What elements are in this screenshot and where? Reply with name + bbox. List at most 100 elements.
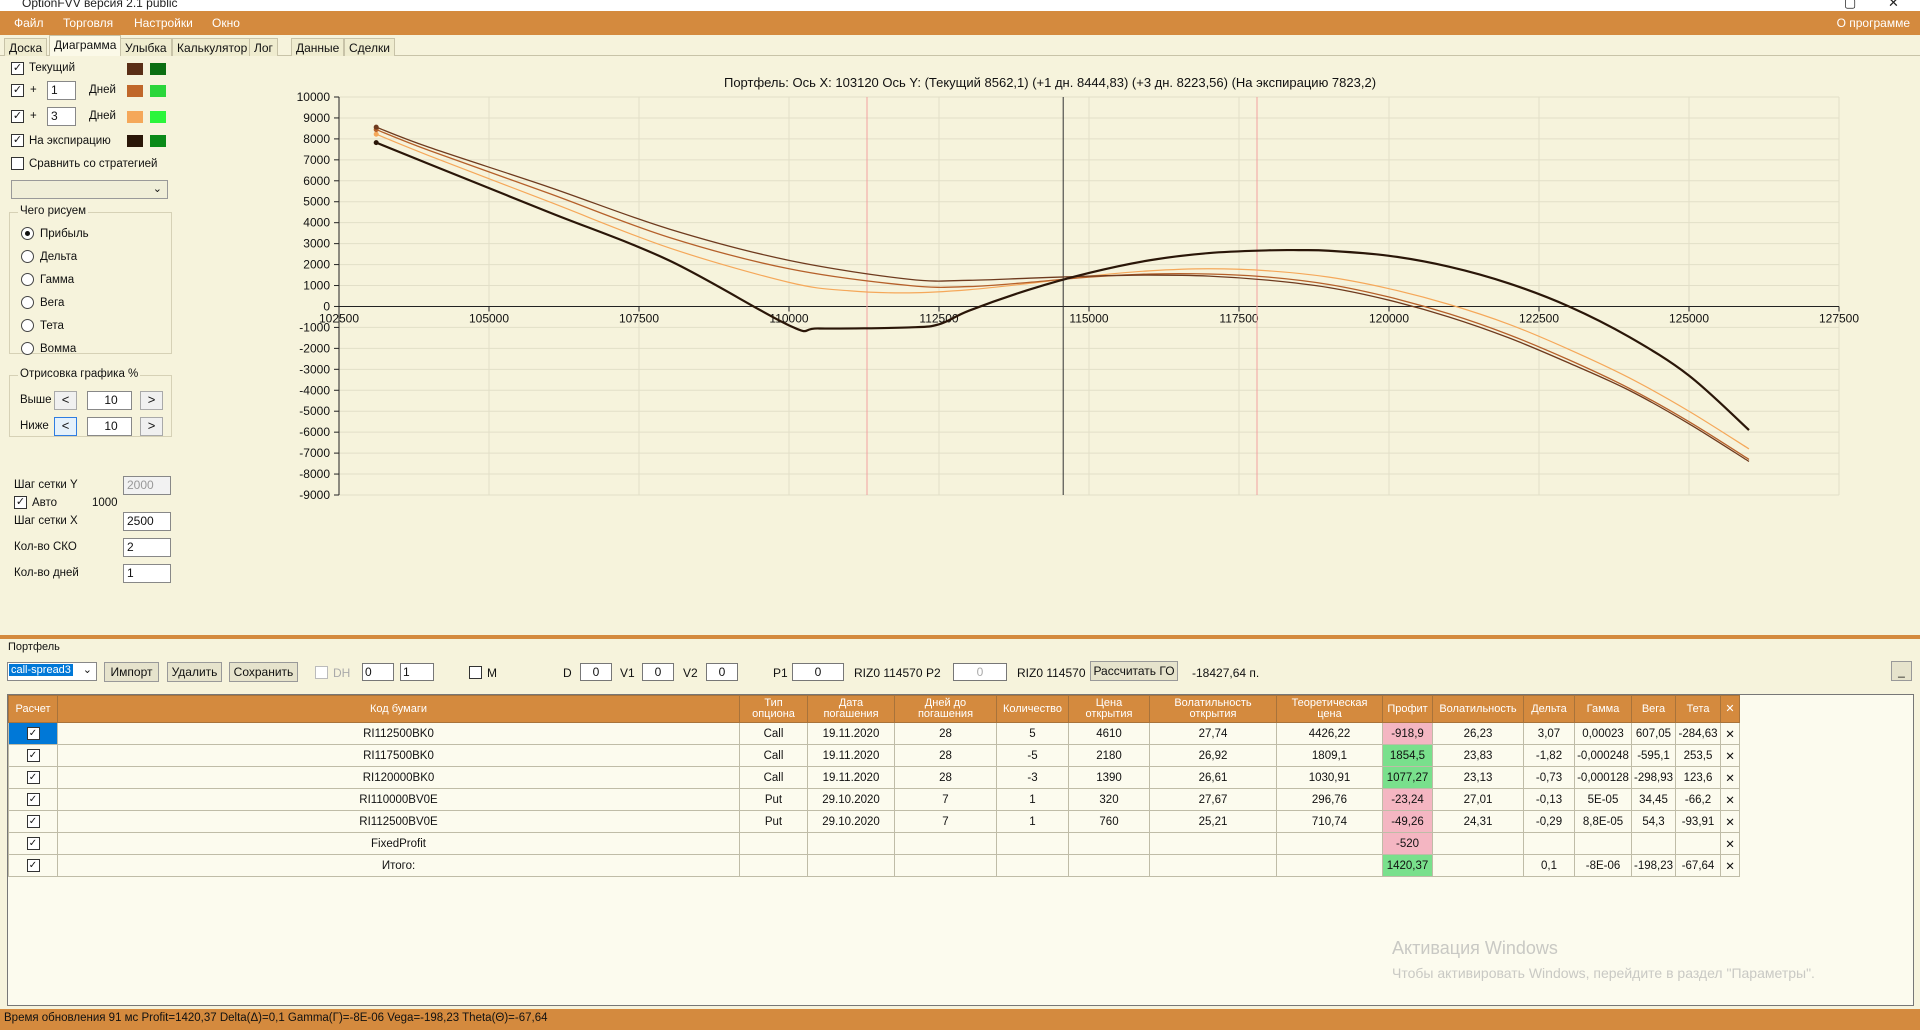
radio-delta[interactable] [21,250,34,263]
menu-file[interactable]: Файл [14,16,44,30]
table-row[interactable]: ✓ Итого: 1420,37 0,1 -8E-06 -198,23 -67,64 ✕ [8,854,1741,877]
maximize-icon[interactable]: ▢ [1844,0,1856,11]
calc-margin-button[interactable]: Рассчитать ГО [1090,661,1178,681]
tab-deals[interactable]: Сделки [344,38,395,56]
row-calc-checkbox-cell[interactable]: ✓ [8,722,58,745]
plus1-checkbox[interactable]: ✓ [11,84,24,97]
column-header[interactable]: Дельта [1523,695,1575,723]
column-header[interactable]: Дней до погашения [894,695,997,723]
row-calc-checkbox[interactable]: ✓ [26,859,40,872]
delete-button[interactable]: Удалить [167,662,222,682]
m-checkbox[interactable] [469,666,482,679]
save-button[interactable]: Сохранить [229,662,298,682]
column-header[interactable]: Гамма [1574,695,1632,723]
series-line[interactable] [375,133,1750,450]
column-header[interactable]: Тета [1675,695,1722,723]
radio-vomma[interactable] [21,342,34,355]
row-calc-checkbox[interactable]: ✓ [26,727,40,740]
menu-about[interactable]: О программе [1837,16,1910,30]
compare-checkbox[interactable] [11,157,24,170]
tab-data[interactable]: Данные [291,38,345,56]
remove-row-icon[interactable]: ✕ [1720,766,1741,789]
current-color-swatch[interactable] [127,63,143,75]
import-button[interactable]: Импорт [104,662,159,682]
below-input[interactable]: 10 [87,417,132,436]
menu-trade[interactable]: Торговля [63,16,113,30]
below-decrease-button[interactable]: < [54,417,77,436]
strategy-compare-dropdown[interactable]: ⌄ [11,180,168,199]
column-header[interactable]: Тип опциона [739,695,808,723]
column-header[interactable]: Волатильность открытия [1149,695,1277,723]
row-calc-checkbox-cell[interactable]: ✓ [8,810,58,833]
plus1-color-swatch-2[interactable] [150,85,166,97]
p1-input[interactable]: 0 [792,663,844,681]
row-calc-checkbox-cell[interactable]: ✓ [8,788,58,811]
v2-input[interactable]: 0 [706,663,738,681]
plus3-checkbox[interactable]: ✓ [11,110,24,123]
row-calc-checkbox-cell[interactable]: ✓ [8,832,58,855]
below-increase-button[interactable]: > [140,417,163,436]
above-increase-button[interactable]: > [140,391,163,410]
tab-board[interactable]: Доска [4,38,48,56]
column-header[interactable]: Дата погашения [807,695,895,723]
row-calc-checkbox-cell[interactable]: ✓ [8,766,58,789]
dh-checkbox[interactable] [315,666,328,679]
auto-checkbox[interactable]: ✓ [14,496,27,509]
column-header[interactable]: Количество [996,695,1069,723]
plus1-color-swatch[interactable] [127,85,143,97]
row-calc-checkbox-cell[interactable]: ✓ [8,854,58,877]
spin1-input[interactable]: 0 [362,663,394,681]
radio-gamma[interactable] [21,273,34,286]
table-row[interactable]: ✓ RI117500BK0 Call 19.11.2020 28 -5 2180 26,92 1… [8,744,1741,767]
remove-row-icon[interactable]: ✕ [1720,810,1741,833]
remove-row-icon[interactable]: ✕ [1720,722,1741,745]
menu-settings[interactable]: Настройки [134,16,193,30]
column-header[interactable]: ✕ [1720,695,1741,723]
column-header[interactable]: Расчет [8,695,58,723]
expiry-color-swatch-2[interactable] [150,135,166,147]
p2-input[interactable]: 0 [953,663,1007,681]
series-line[interactable] [375,128,1750,460]
grid-x-input[interactable]: 2500 [123,512,171,531]
radio-profit[interactable] [21,227,34,240]
row-calc-checkbox[interactable]: ✓ [26,793,40,806]
expiry-color-swatch[interactable] [127,135,143,147]
row-calc-checkbox[interactable]: ✓ [26,837,40,850]
expiry-checkbox[interactable]: ✓ [11,134,24,147]
strategy-dropdown[interactable]: call-spread3 ⌄ [7,662,97,681]
d-input[interactable]: 0 [580,663,612,681]
plus3-days-input[interactable]: 3 [47,107,76,126]
table-row[interactable]: ✓ RI112500BV0E Put 29.10.2020 7 1 760 25,21 710,… [8,810,1741,833]
row-calc-checkbox-cell[interactable]: ✓ [8,744,58,767]
column-header[interactable]: Волатильность [1432,695,1524,723]
close-window-icon[interactable]: ✕ [1888,0,1899,11]
row-calc-checkbox[interactable]: ✓ [26,815,40,828]
series-line[interactable] [375,141,1750,431]
plus3-color-swatch[interactable] [127,111,143,123]
tab-calculator[interactable]: Калькулятор [172,38,253,56]
radio-vega[interactable] [21,296,34,309]
column-header[interactable]: Цена открытия [1068,695,1150,723]
days-input[interactable]: 1 [123,564,171,583]
column-header[interactable]: Код бумаги [57,695,740,723]
spin2-input[interactable]: 1 [400,663,434,681]
above-input[interactable]: 10 [87,391,132,410]
row-calc-checkbox[interactable]: ✓ [26,771,40,784]
plus3-color-swatch-2[interactable] [150,111,166,123]
current-checkbox[interactable]: ✓ [11,62,24,75]
remove-row-icon[interactable]: ✕ [1720,832,1741,855]
above-decrease-button[interactable]: < [54,391,77,410]
remove-row-icon[interactable]: ✕ [1720,744,1741,767]
profit-chart[interactable]: 10000 9000 8000 7000 6000 5000 4000 3000 2000 100… [180,57,1920,635]
grid-y-input[interactable]: 2000 [123,476,171,495]
menu-window[interactable]: Окно [212,16,240,30]
tab-log[interactable]: Лог [249,38,278,56]
column-header[interactable]: Вега [1630,695,1677,723]
minimize-panel-button[interactable]: _ [1891,661,1912,681]
column-header[interactable]: Теоретическая цена [1276,695,1383,723]
v1-input[interactable]: 0 [642,663,674,681]
table-row[interactable]: ✓ RI110000BV0E Put 29.10.2020 7 1 320 27,67 296,… [8,788,1741,811]
column-header[interactable]: Профит [1382,695,1433,723]
current-color-swatch-2[interactable] [150,63,166,75]
remove-row-icon[interactable]: ✕ [1720,854,1741,877]
